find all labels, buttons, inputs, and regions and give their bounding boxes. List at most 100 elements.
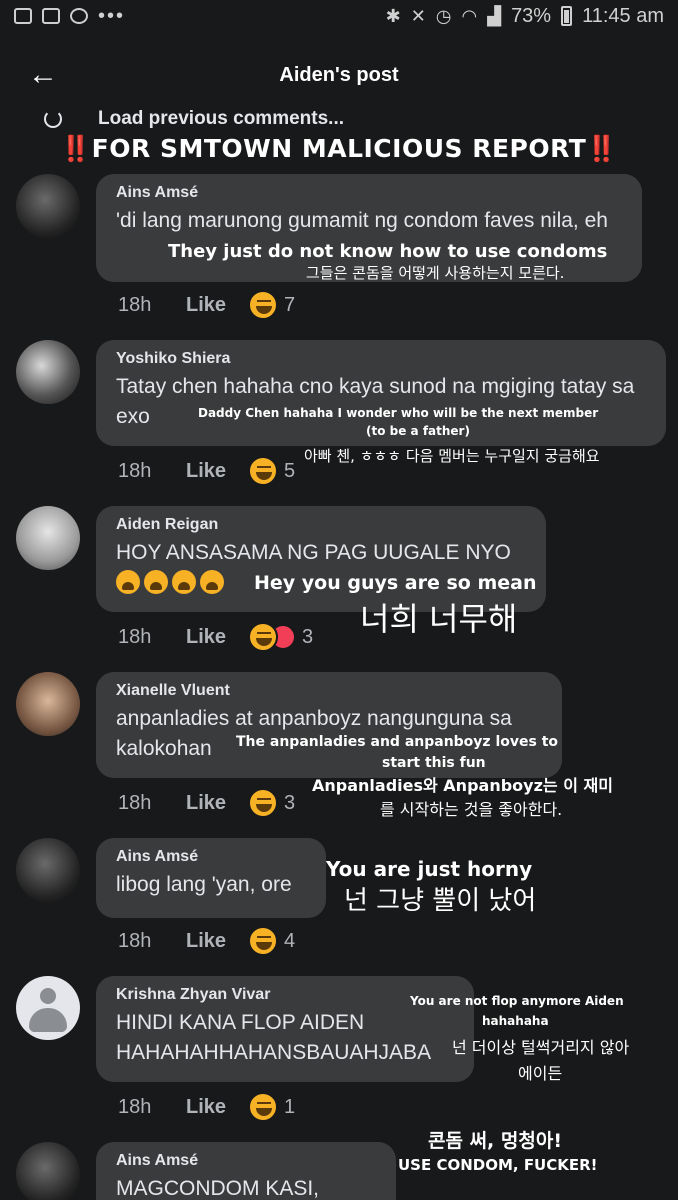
double-exclamation-icon: ‼️ (586, 134, 618, 163)
haha-reaction-icon[interactable] (248, 456, 278, 486)
comment-bubble[interactable]: Ains Amsé MAGCONDOM KASI, ULOL (96, 1142, 396, 1200)
translation-ko: 그들은 콘돔을 어떻게 사용하는지 모른다. (306, 264, 565, 282)
post-header: ← Aiden's post (0, 50, 678, 100)
avatar[interactable] (16, 838, 80, 902)
default-avatar-head (40, 988, 56, 1004)
translation-ko: 콘돔 써, 멍청아! (428, 1130, 562, 1152)
translation-ko: Anpanladies와 Anpanboyz는 이 재미 (312, 776, 613, 795)
report-banner: ‼️FOR SMTOWN MALICIOUS REPORT‼️ (0, 134, 678, 164)
haha-reaction-icon[interactable] (248, 622, 278, 652)
translation-en: They just do not know how to use condoms (168, 241, 608, 262)
translation-ko: 너희 너무해 (360, 600, 518, 638)
gallery-icon (42, 8, 60, 24)
comment-text: MAGCONDOM KASI, ULOL (116, 1177, 320, 1200)
wifi-icon: ◠ (461, 5, 478, 26)
comment-time: 18h (118, 293, 152, 316)
mute-icon: ✕ (410, 5, 426, 26)
translation-en: You are just horny (326, 857, 533, 881)
comment-time: 18h (118, 625, 152, 648)
crying-face-icon (200, 570, 224, 594)
refresh-icon (44, 110, 62, 128)
translation-en-cont: (to be a father) (366, 424, 470, 438)
comment-text: libog lang 'yan, ore (116, 873, 292, 896)
like-button[interactable]: Like (186, 930, 248, 953)
translation-en: Daddy Chen hahaha I wonder who will be t… (198, 406, 599, 420)
translation-ko: 넌 그냥 뿔이 났어 (344, 886, 537, 916)
like-button[interactable]: Like (186, 626, 248, 649)
translation-ko: 넌 더이상 털썩거리지 않아 (452, 1038, 630, 1057)
reaction-count[interactable]: 3 (284, 792, 295, 815)
comment-bubble[interactable]: Xianelle Vluent anpanladies at anpanboyz… (96, 672, 562, 778)
haha-reaction-icon[interactable] (248, 290, 278, 320)
translation-en-cont: start this fun (382, 755, 486, 771)
battery-percent: 73% (511, 4, 552, 27)
haha-reaction-icon[interactable] (248, 926, 278, 956)
translation-en: You are not flop anymore Aiden (410, 994, 624, 1008)
double-exclamation-icon: ‼️ (60, 134, 92, 163)
comment-time: 18h (118, 459, 152, 482)
translation-ko-cont: 를 시작하는 것을 좋아한다. (380, 800, 563, 819)
like-button[interactable]: Like (186, 294, 248, 317)
translation-en: The anpanladies and anpanboyz loves to (236, 734, 559, 750)
comment-time: 18h (118, 791, 152, 814)
crying-face-icon (172, 570, 196, 594)
page-title: Aiden's post (279, 64, 399, 86)
haha-reaction-icon[interactable] (248, 1092, 278, 1122)
haha-reaction-icon[interactable] (248, 788, 278, 818)
load-previous-comments[interactable]: Load previous comments... (44, 108, 344, 130)
youtube-icon (14, 8, 32, 24)
like-button[interactable]: Like (186, 792, 248, 815)
comment-bubble[interactable]: Krishna Zhyan Vivar HINDI KANA FLOP AIDE… (96, 976, 474, 1082)
crying-emojis (116, 570, 224, 594)
comment-time: 18h (118, 929, 152, 952)
avatar[interactable] (16, 1142, 80, 1200)
comment-text: 'di lang marunong gumamit ng condom fave… (116, 209, 608, 232)
reaction-count[interactable]: 7 (284, 294, 295, 317)
reaction-count[interactable]: 1 (284, 1096, 295, 1119)
comment-author[interactable]: Ains Amsé (116, 184, 624, 202)
comment-author[interactable]: Krishna Zhyan Vivar (116, 986, 456, 1004)
messenger-icon (70, 8, 88, 24)
reaction-count[interactable]: 3 (302, 626, 313, 649)
comment-author[interactable]: Ains Amsé (116, 1152, 378, 1170)
comment-meta: 18h Like 1 (118, 1092, 295, 1122)
like-button[interactable]: Like (186, 1096, 248, 1119)
translation-en: USE CONDOM, FUCKER! (398, 1156, 598, 1174)
comment-meta: 18h Like 3 (118, 788, 295, 818)
comment-author[interactable]: Xianelle Vluent (116, 682, 544, 700)
reaction-count[interactable]: 4 (284, 930, 295, 953)
translation-ko: 아빠 첸, ㅎㅎㅎ 다음 멤버는 누구일지 궁금해요 (304, 447, 600, 465)
reaction-count[interactable]: 5 (284, 460, 295, 483)
default-avatar-body (29, 1008, 67, 1032)
clock: 11:45 am (582, 4, 664, 27)
banner-text: FOR SMTOWN MALICIOUS REPORT (91, 134, 587, 163)
comment-bubble[interactable]: Ains Amsé libog lang 'yan, ore (96, 838, 326, 918)
translation-en: Hey you guys are so mean (254, 572, 537, 594)
comment-meta: 18h Like 3 (118, 622, 313, 652)
comment-time: 18h (118, 1095, 152, 1118)
comment-author[interactable]: Aiden Reigan (116, 516, 528, 534)
load-previous-label: Load previous comments... (98, 108, 344, 129)
comment-author[interactable]: Yoshiko Shiera (116, 350, 648, 368)
signal-icon: ▟ (487, 5, 502, 26)
like-button[interactable]: Like (186, 460, 248, 483)
alarm-icon: ◷ (435, 5, 452, 26)
crying-face-icon (144, 570, 168, 594)
comment-text: HINDI KANA FLOP AIDEN HAHAHAHHAHANSBAUAH… (116, 1011, 432, 1064)
crying-face-icon (116, 570, 140, 594)
avatar[interactable] (16, 506, 80, 570)
comment-text: Tatay chen hahaha cno kaya sunod na mgig… (116, 375, 635, 428)
comment-meta: 18h Like 7 (118, 290, 295, 320)
comment-author[interactable]: Ains Amsé (116, 848, 308, 866)
avatar[interactable] (16, 174, 80, 238)
battery-icon (561, 6, 573, 26)
status-bar: ••• ✱ ✕ ◷ ◠ ▟ 73% 11:45 am (0, 0, 678, 32)
avatar[interactable] (16, 672, 80, 736)
avatar[interactable] (16, 976, 80, 1040)
comment-meta: 18h Like 5 (118, 456, 295, 486)
comment-text: HOY ANSASAMA NG PAG UUGALE NYO (116, 541, 511, 564)
bluetooth-icon: ✱ (385, 5, 401, 26)
status-left: ••• (14, 5, 125, 28)
translation-en-cont: hahahaha (482, 1014, 549, 1028)
avatar[interactable] (16, 340, 80, 404)
